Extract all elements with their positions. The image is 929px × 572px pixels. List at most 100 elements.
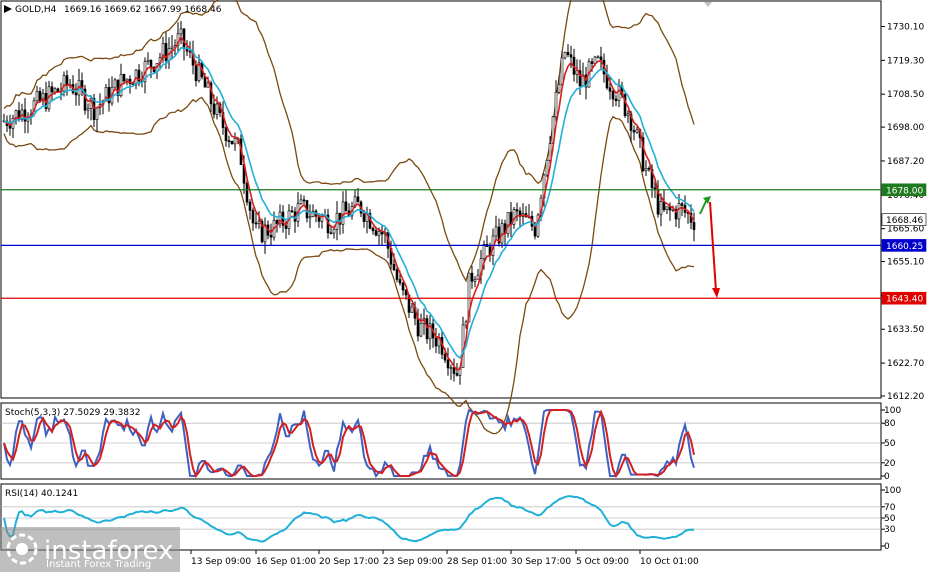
price-tick-label: 1730.10 — [887, 22, 924, 32]
candle-body — [374, 230, 378, 236]
candle-body — [449, 367, 453, 369]
candle-body — [233, 137, 237, 145]
candle-body — [146, 59, 150, 62]
candle-body — [554, 91, 558, 118]
candle-body — [470, 272, 474, 282]
price-tick-label: 1708.50 — [887, 90, 924, 100]
ind-tick-label: 50 — [884, 439, 896, 449]
candle-body — [545, 159, 549, 176]
candle-body — [302, 199, 306, 202]
candle-body — [224, 127, 228, 141]
time-tick-label: 28 Sep 01:00 — [447, 557, 507, 567]
candle-body — [341, 201, 345, 225]
candle-body — [227, 140, 231, 142]
stoch-axis: 100 80 50 20 0 — [881, 406, 901, 482]
candle-body — [299, 199, 303, 205]
candle-body — [290, 210, 294, 213]
rsi-axis: 100 705030 0 — [881, 486, 901, 552]
candle-body — [179, 28, 183, 35]
candle-body — [203, 76, 207, 88]
candle-body — [356, 196, 360, 203]
candle-body — [344, 201, 348, 212]
candle-body — [125, 78, 129, 82]
candle-body — [692, 222, 696, 230]
price-tick-label: 1698.00 — [887, 123, 924, 133]
candle-body — [557, 84, 561, 93]
ind-tick-label: 100 — [884, 486, 901, 496]
candle-body — [50, 86, 54, 93]
ind-tick-label: 100 — [884, 406, 901, 416]
candle-body — [149, 59, 153, 68]
candle-body — [566, 52, 570, 56]
candle-body — [455, 373, 459, 376]
candle-body — [308, 216, 312, 219]
candle-body — [398, 279, 402, 284]
candle-body — [251, 210, 255, 224]
candle-body — [410, 306, 414, 313]
level-tags: 1678.00 1668.46 1660.25 1643.40 — [881, 183, 927, 305]
candle-body — [284, 225, 288, 229]
candle-body — [443, 353, 447, 361]
candle-body — [659, 201, 663, 215]
level-tag-label: 1668.46 — [886, 216, 923, 226]
candle-body — [269, 234, 273, 238]
candle-body — [395, 269, 399, 280]
price-axis: 1730.101719.301708.501698.001687.201676.… — [881, 22, 924, 402]
price-tick-label: 1622.70 — [887, 359, 924, 369]
candle-body — [371, 227, 375, 231]
candle-body — [425, 318, 429, 340]
ind-tick-label: 50 — [884, 514, 896, 524]
candle-body — [62, 75, 66, 92]
candle-body — [401, 282, 405, 291]
symbol-label: GOLD,H4 — [15, 5, 57, 15]
candle-body — [254, 222, 258, 225]
candle-body — [8, 125, 12, 129]
candle-body — [212, 103, 216, 115]
candle-body — [563, 52, 567, 59]
candle-body — [482, 244, 486, 259]
candle-body — [473, 278, 477, 282]
candle-body — [362, 212, 366, 222]
candle-body — [599, 56, 603, 61]
level-tag-label: 1660.25 — [886, 242, 923, 252]
candle-body — [182, 28, 186, 49]
stoch-label: Stoch(5,3,3) 27.5029 29.3832 — [5, 408, 140, 418]
candle-body — [377, 231, 381, 236]
time-tick-label: 10 Oct 01:00 — [640, 557, 699, 567]
time-axis: 13 Sep 09:00 16 Sep 01:00 20 Sep 17:00 23 S… — [190, 550, 699, 567]
candle-body — [245, 182, 249, 203]
candle-body — [35, 91, 39, 102]
price-tick-label: 1719.30 — [887, 56, 924, 66]
level-tag-label: 1678.00 — [886, 186, 923, 196]
trading-chart[interactable]: GOLD,H4 1669.16 1669.62 1667.99 1668.46 … — [0, 0, 929, 572]
candle-body — [611, 90, 615, 100]
candle-body — [113, 79, 117, 88]
candle-body — [590, 61, 594, 64]
candle-body — [452, 367, 456, 374]
ind-tick-label: 0 — [884, 542, 890, 552]
price-tick-label: 1612.20 — [887, 392, 924, 402]
candle-body — [515, 209, 519, 212]
candle-body — [215, 103, 219, 115]
candle-body — [647, 167, 651, 170]
candle-body — [434, 337, 438, 347]
candle-body — [74, 92, 78, 96]
candle-body — [248, 201, 252, 211]
time-tick-label: 13 Sep 09:00 — [191, 557, 251, 567]
ohlc-values: 1669.16 1669.62 1667.99 1668.46 — [64, 5, 222, 15]
candle-body — [476, 274, 480, 280]
candle-body — [617, 85, 621, 101]
candle-body — [392, 263, 396, 271]
candle-body — [614, 98, 618, 101]
candle-body — [416, 318, 420, 337]
candle-body — [65, 75, 69, 86]
price-tick-label: 1655.10 — [887, 258, 924, 268]
ind-tick-label: 70 — [884, 503, 896, 513]
candle-body — [608, 87, 612, 92]
price-tick-label: 1687.20 — [887, 157, 924, 167]
ind-tick-label: 80 — [884, 419, 896, 429]
candle-body — [194, 64, 198, 81]
candle-body — [86, 108, 90, 111]
logo-tagline: Instant Forex Trading — [46, 559, 151, 570]
candle-body — [665, 206, 669, 211]
